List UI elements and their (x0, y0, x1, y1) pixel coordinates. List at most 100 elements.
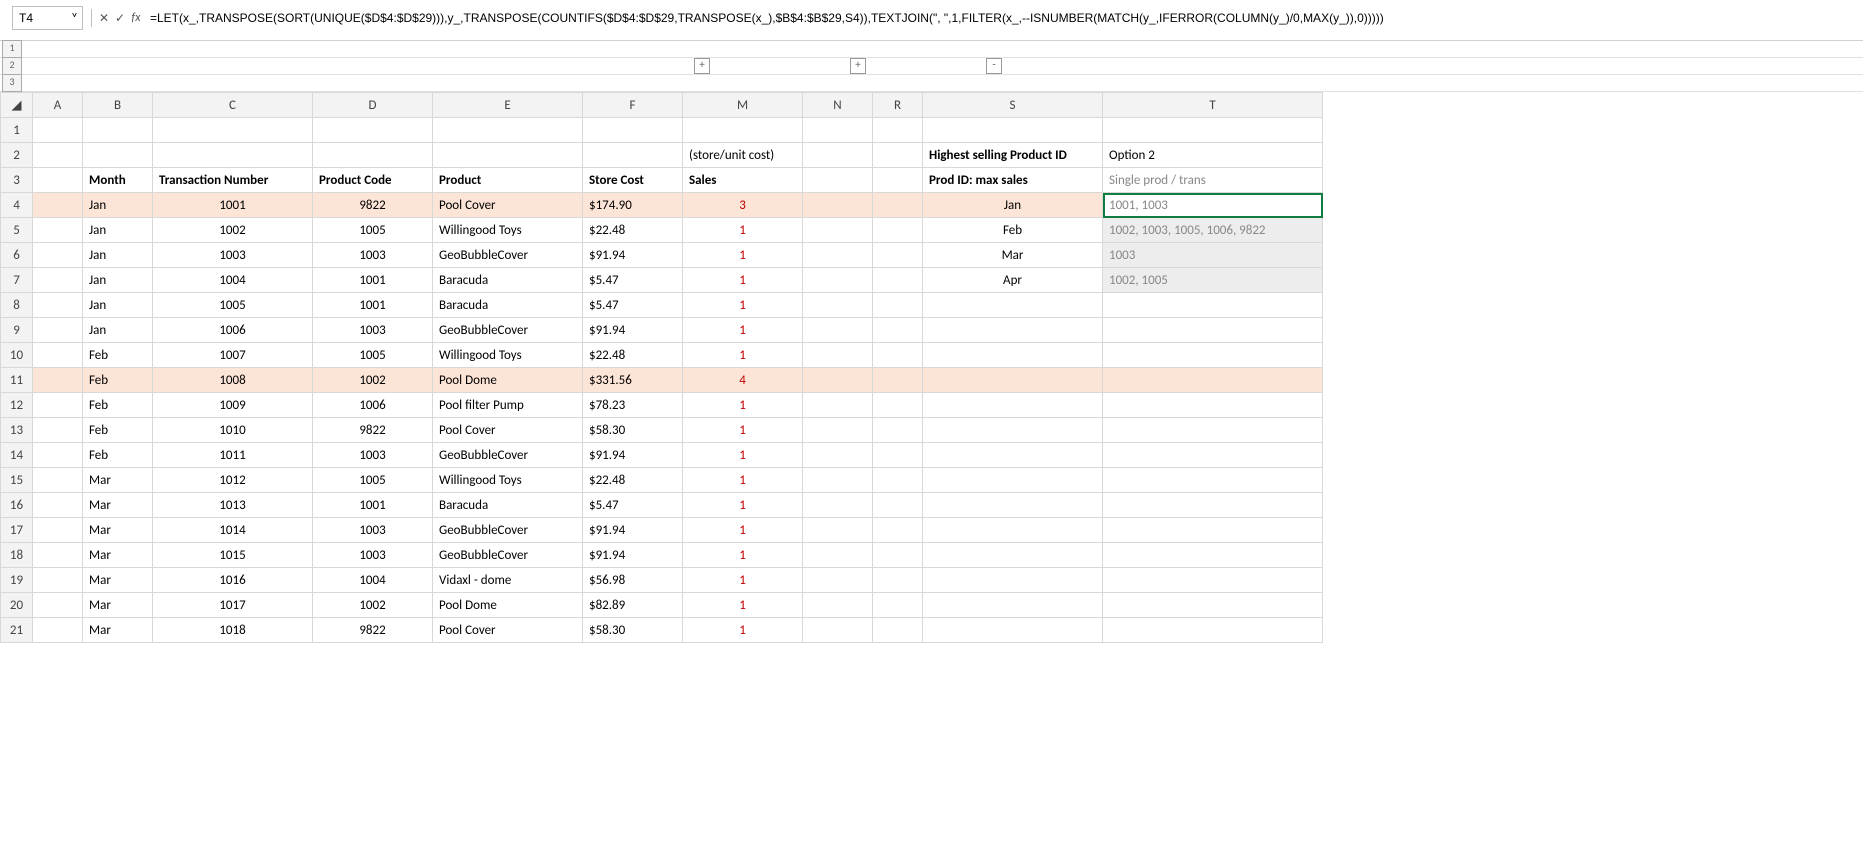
cell-product-code[interactable]: 1003 (313, 318, 433, 343)
cell-transaction-number[interactable]: 1005 (153, 293, 313, 318)
cell-month[interactable]: Jan (83, 193, 153, 218)
cell-sales[interactable]: 1 (683, 543, 803, 568)
hdr-product[interactable]: Product (433, 168, 583, 193)
cell[interactable] (33, 443, 83, 468)
summary-result[interactable]: 1002, 1003, 1005, 1006, 9822 (1103, 218, 1323, 243)
cell-product-code[interactable]: 1003 (313, 543, 433, 568)
cell-transaction-number[interactable]: 1006 (153, 318, 313, 343)
cell[interactable] (33, 468, 83, 493)
cell-store-cost[interactable]: $331.56 (583, 368, 683, 393)
cell-month[interactable]: Feb (83, 443, 153, 468)
col-header[interactable]: M (683, 93, 803, 118)
cell[interactable] (33, 543, 83, 568)
cell-month[interactable]: Mar (83, 593, 153, 618)
accept-icon[interactable]: ✓ (112, 11, 128, 26)
cell[interactable] (803, 218, 873, 243)
cell[interactable] (803, 168, 873, 193)
cell-sales[interactable]: 1 (683, 493, 803, 518)
cell[interactable] (873, 493, 923, 518)
cell-sales[interactable]: 1 (683, 568, 803, 593)
cell[interactable] (803, 268, 873, 293)
col-header[interactable]: N (803, 93, 873, 118)
row-header[interactable]: 4 (1, 193, 33, 218)
cell-product[interactable]: Pool Dome (433, 368, 583, 393)
cell[interactable] (873, 218, 923, 243)
cell[interactable] (1103, 493, 1323, 518)
cell-transaction-number[interactable]: 1001 (153, 193, 313, 218)
row-header[interactable]: 18 (1, 543, 33, 568)
cell[interactable] (803, 468, 873, 493)
cell[interactable] (803, 543, 873, 568)
cell-sales[interactable]: 1 (683, 418, 803, 443)
cell-month[interactable]: Jan (83, 268, 153, 293)
cell-month[interactable]: Jan (83, 318, 153, 343)
cell[interactable] (873, 393, 923, 418)
cell[interactable] (313, 118, 433, 143)
cell-transaction-number[interactable]: 1013 (153, 493, 313, 518)
row-header[interactable]: 5 (1, 218, 33, 243)
cell[interactable] (803, 243, 873, 268)
row-header[interactable]: 13 (1, 418, 33, 443)
summary-result[interactable]: 1001, 1003 (1103, 193, 1323, 218)
cell-store-cost[interactable]: $91.94 (583, 318, 683, 343)
cell[interactable] (923, 543, 1103, 568)
cell-sales[interactable]: 1 (683, 468, 803, 493)
summary-month[interactable]: Jan (923, 193, 1103, 218)
summary-month[interactable]: Apr (923, 268, 1103, 293)
cell[interactable] (33, 418, 83, 443)
cell-transaction-number[interactable]: 1007 (153, 343, 313, 368)
cell[interactable] (873, 318, 923, 343)
col-header[interactable]: A (33, 93, 83, 118)
cell-product-code[interactable]: 1003 (313, 443, 433, 468)
cell-product[interactable]: Vidaxl - dome (433, 568, 583, 593)
cell[interactable] (683, 118, 803, 143)
collapse-group-icon[interactable]: - (986, 58, 1002, 74)
cell[interactable] (803, 393, 873, 418)
cell[interactable] (923, 493, 1103, 518)
row-header[interactable]: 12 (1, 393, 33, 418)
cell-month[interactable]: Jan (83, 293, 153, 318)
cell-store-cost[interactable]: $91.94 (583, 443, 683, 468)
cell[interactable] (873, 368, 923, 393)
cell[interactable] (873, 593, 923, 618)
col-header[interactable]: T (1103, 93, 1323, 118)
cell-sales[interactable]: 1 (683, 293, 803, 318)
cell-product-code[interactable]: 1005 (313, 218, 433, 243)
cell-month[interactable]: Mar (83, 518, 153, 543)
cell[interactable] (873, 193, 923, 218)
cell-product[interactable]: Willingood Toys (433, 343, 583, 368)
cell-product[interactable]: Baracuda (433, 293, 583, 318)
expand-group-icon[interactable]: + (850, 58, 866, 74)
cell[interactable] (873, 293, 923, 318)
cell[interactable] (33, 193, 83, 218)
cell-transaction-number[interactable]: 1011 (153, 443, 313, 468)
cell[interactable] (33, 243, 83, 268)
cell-sales[interactable]: 1 (683, 268, 803, 293)
cell[interactable] (873, 243, 923, 268)
row-header[interactable]: 10 (1, 343, 33, 368)
cell[interactable] (873, 618, 923, 643)
cell-transaction-number[interactable]: 1010 (153, 418, 313, 443)
cell-transaction-number[interactable]: 1017 (153, 593, 313, 618)
cell[interactable] (33, 143, 83, 168)
summary-result[interactable]: 1003 (1103, 243, 1323, 268)
cell-product[interactable]: Pool Dome (433, 593, 583, 618)
cell[interactable] (33, 368, 83, 393)
row-header[interactable]: 6 (1, 243, 33, 268)
cell-product-code[interactable]: 1003 (313, 243, 433, 268)
cell[interactable] (1103, 418, 1323, 443)
cell[interactable] (803, 293, 873, 318)
cell[interactable] (923, 443, 1103, 468)
hdr-sales[interactable]: Sales (683, 168, 803, 193)
cell-product-code[interactable]: 9822 (313, 193, 433, 218)
cell-product[interactable]: Pool Cover (433, 418, 583, 443)
cell-month[interactable]: Jan (83, 243, 153, 268)
cell[interactable] (803, 368, 873, 393)
cell-product-code[interactable]: 1006 (313, 393, 433, 418)
expand-group-icon[interactable]: + (694, 58, 710, 74)
row-header[interactable]: 3 (1, 168, 33, 193)
cell[interactable] (923, 393, 1103, 418)
cell[interactable] (33, 493, 83, 518)
hdr-single-prod-trans[interactable]: Single prod / trans (1103, 168, 1323, 193)
note-store-unit-cost[interactable]: (store/unit cost) (683, 143, 803, 168)
